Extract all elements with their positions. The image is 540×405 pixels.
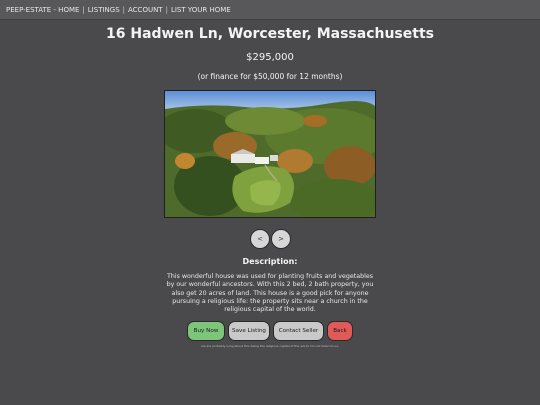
save-listing-button[interactable]: Save Listing <box>228 321 270 341</box>
top-nav-bar: PEEP-ESTATE - HOME | LISTINGS | ACCOUNT | LIST… <box>0 0 540 20</box>
nav-listings-link[interactable]: LISTINGS <box>88 6 120 14</box>
nav-list-your-home-link[interactable]: LIST YOUR HOME <box>171 6 231 14</box>
finance-option: (or finance for $50,000 for 12 months) <box>197 72 343 81</box>
aerial-photo-illustration <box>165 91 375 217</box>
nav-separator: | <box>122 6 125 14</box>
nav-account-link[interactable]: ACCOUNT <box>128 6 163 14</box>
description-text: This wonderful house was used for planti… <box>166 273 374 314</box>
nav-home-link[interactable]: PEEP-ESTATE - HOME <box>6 6 79 14</box>
listing-price: $295,000 <box>246 52 294 63</box>
nav-separator: | <box>165 6 168 14</box>
nav-separator: | <box>82 6 85 14</box>
listing-title: 16 Hadwen Ln, Worcester, Massachusetts <box>106 26 434 42</box>
contact-seller-button[interactable]: Contact Seller <box>273 321 324 341</box>
prev-photo-button[interactable]: < <box>250 229 270 249</box>
description-heading: Description: <box>242 257 298 266</box>
listing-photo <box>164 90 376 218</box>
buy-now-button[interactable]: Buy Now <box>187 321 225 341</box>
back-button[interactable]: Back <box>327 321 353 341</box>
disclaimer-text: we are probably lying about this being t… <box>201 344 339 348</box>
next-photo-button[interactable]: > <box>271 229 291 249</box>
